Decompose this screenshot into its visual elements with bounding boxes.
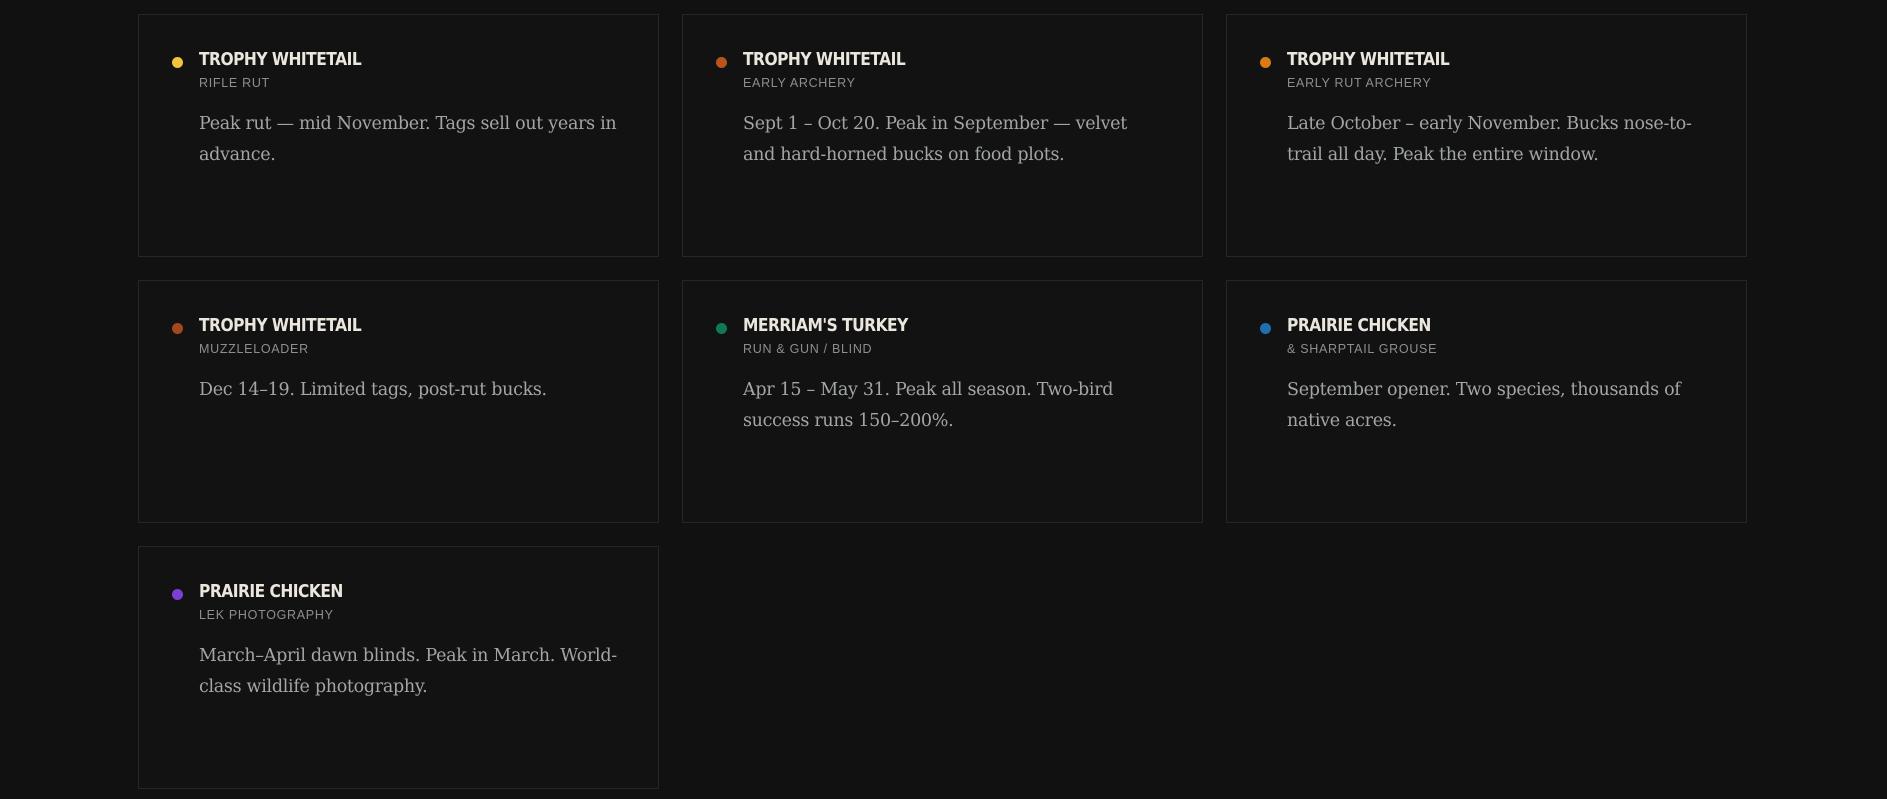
hunt-cards-grid: TROPHY WHITETAIL RIFLE RUT Peak rut — mi… xyxy=(138,14,1748,789)
status-dot xyxy=(716,323,727,334)
card-subtitle: EARLY ARCHERY xyxy=(743,76,856,90)
hunt-card[interactable]: PRAIRIE CHICKEN & SHARPTAIL GROUSE Septe… xyxy=(1226,280,1747,523)
card-title: TROPHY WHITETAIL xyxy=(199,49,362,70)
card-subtitle: RIFLE RUT xyxy=(199,76,270,90)
status-dot xyxy=(172,589,183,600)
status-dot xyxy=(1260,323,1271,334)
card-title: TROPHY WHITETAIL xyxy=(1287,49,1450,70)
hunt-card[interactable]: MERRIAM'S TURKEY RUN & GUN / BLIND Apr 1… xyxy=(682,280,1203,523)
card-subtitle: MUZZLELOADER xyxy=(199,342,309,356)
card-description: September opener. Two species, thousands… xyxy=(1287,380,1681,431)
card-subtitle: EARLY RUT ARCHERY xyxy=(1287,76,1432,90)
hunt-card[interactable]: TROPHY WHITETAIL RIFLE RUT Peak rut — mi… xyxy=(138,14,659,257)
status-dot xyxy=(716,57,727,68)
card-title: PRAIRIE CHICKEN xyxy=(1287,315,1431,336)
hunt-card[interactable]: TROPHY WHITETAIL EARLY RUT ARCHERY Late … xyxy=(1226,14,1747,257)
card-subtitle: RUN & GUN / BLIND xyxy=(743,342,873,356)
card-description: Dec 14–19. Limited tags, post-rut bucks. xyxy=(199,380,547,400)
card-description: Peak rut — mid November. Tags sell out y… xyxy=(199,114,617,165)
status-dot xyxy=(1260,57,1271,68)
hunt-card[interactable]: TROPHY WHITETAIL EARLY ARCHERY Sept 1 – … xyxy=(682,14,1203,257)
card-title: TROPHY WHITETAIL xyxy=(199,315,362,336)
card-title: PRAIRIE CHICKEN xyxy=(199,581,343,602)
card-description: Late October – early November. Bucks nos… xyxy=(1287,114,1692,165)
status-dot xyxy=(172,323,183,334)
card-subtitle: & SHARPTAIL GROUSE xyxy=(1287,342,1438,356)
card-description: Apr 15 – May 31. Peak all season. Two-bi… xyxy=(743,380,1114,431)
status-dot xyxy=(172,57,183,68)
hunt-card[interactable]: PRAIRIE CHICKEN LEK PHOTOGRAPHY March–Ap… xyxy=(138,546,659,789)
hunt-card[interactable]: TROPHY WHITETAIL MUZZLELOADER Dec 14–19.… xyxy=(138,280,659,523)
card-title: TROPHY WHITETAIL xyxy=(743,49,906,70)
card-subtitle: LEK PHOTOGRAPHY xyxy=(199,608,334,622)
card-description: March–April dawn blinds. Peak in March. … xyxy=(199,646,617,697)
card-description: Sept 1 – Oct 20. Peak in September — vel… xyxy=(743,114,1127,165)
card-title: MERRIAM'S TURKEY xyxy=(743,315,908,336)
